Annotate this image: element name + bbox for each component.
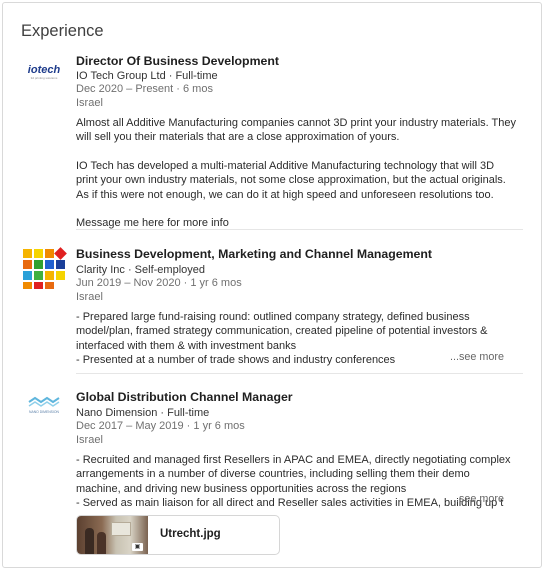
see-more-link[interactable]: ...see more <box>450 493 504 505</box>
iotech-logo-icon[interactable]: iotech 3d printing solutions <box>21 55 67 101</box>
entry-location: Israel <box>76 291 103 303</box>
entry-location: Israel <box>76 434 103 446</box>
entry-dates: Jun 2019 – Nov 2020 · 1 yr 6 mos <box>76 277 242 289</box>
clarity-logo-square <box>56 271 65 280</box>
clarity-logo-square <box>45 282 54 291</box>
clarity-logo-square <box>45 271 54 280</box>
thumbnail-person <box>97 532 106 554</box>
description-paragraph: - Prepared large fund-raising round: out… <box>76 311 488 352</box>
clarity-logo-square <box>56 260 65 269</box>
entry-company: Clarity Inc · Self-employed <box>76 264 205 276</box>
photo-thumbnail-icon: ▣ <box>77 516 148 554</box>
thumbnail-screen <box>111 522 131 536</box>
iotech-logo-graphic: iotech 3d printing solutions <box>21 55 67 101</box>
clarity-logo-square <box>34 260 43 269</box>
entry-company: IO Tech Group Ltd · Full-time <box>76 70 218 82</box>
entry-title[interactable]: Business Development, Marketing and Chan… <box>76 247 432 261</box>
clarity-colored-squares-logo-icon[interactable] <box>21 243 67 291</box>
entry-dates: Dec 2017 – May 2019 · 1 yr 6 mos <box>76 420 245 432</box>
description-paragraph: - Recruited and managed first Resellers … <box>76 454 511 495</box>
description-paragraph: IO Tech has developed a multi-material A… <box>76 159 506 201</box>
entry-title[interactable]: Director Of Business Development <box>76 54 279 68</box>
clarity-logo-square <box>34 249 43 258</box>
image-badge-icon: ▣ <box>132 543 143 551</box>
nano-dimension-logo-icon[interactable]: NANO DIMENSION <box>21 383 67 429</box>
entry-description: Almost all Additive Manufacturing compan… <box>76 116 516 230</box>
entry-divider <box>76 373 523 374</box>
clarity-logo-square <box>45 249 54 258</box>
clarity-logo-square <box>34 282 43 291</box>
clarity-logo-square <box>34 271 43 280</box>
nano-dimension-logo-graphic: NANO DIMENSION <box>21 383 67 429</box>
clarity-logo-graphic <box>23 247 67 291</box>
entry-location: Israel <box>76 97 103 109</box>
clarity-logo-square <box>23 282 32 291</box>
iotech-logo-text: iotech <box>28 64 61 76</box>
entry-title[interactable]: Global Distribution Channel Manager <box>76 390 293 404</box>
clarity-logo-square <box>54 247 67 260</box>
clarity-logo-square <box>23 271 32 280</box>
clarity-logo-square <box>45 260 54 269</box>
experience-card: Experience iotech 3d printing solutions … <box>2 2 542 568</box>
clarity-logo-square <box>23 260 32 269</box>
thumbnail-person <box>85 528 94 554</box>
entry-company: Nano Dimension · Full-time <box>76 407 210 419</box>
nano-dimension-logo-text: NANO DIMENSION <box>29 410 60 414</box>
see-more-link[interactable]: ...see more <box>450 351 504 363</box>
entry-dates: Dec 2020 – Present · 6 mos <box>76 83 213 95</box>
media-attachment[interactable]: ▣ Utrecht.jpg <box>76 515 280 555</box>
entry-divider <box>76 229 523 230</box>
attachment-name: Utrecht.jpg <box>160 528 221 540</box>
clarity-logo-square <box>23 249 32 258</box>
section-title: Experience <box>21 22 104 40</box>
iotech-logo-subtext: 3d printing solutions <box>31 76 58 80</box>
description-paragraph: Almost all Additive Manufacturing compan… <box>76 117 517 144</box>
